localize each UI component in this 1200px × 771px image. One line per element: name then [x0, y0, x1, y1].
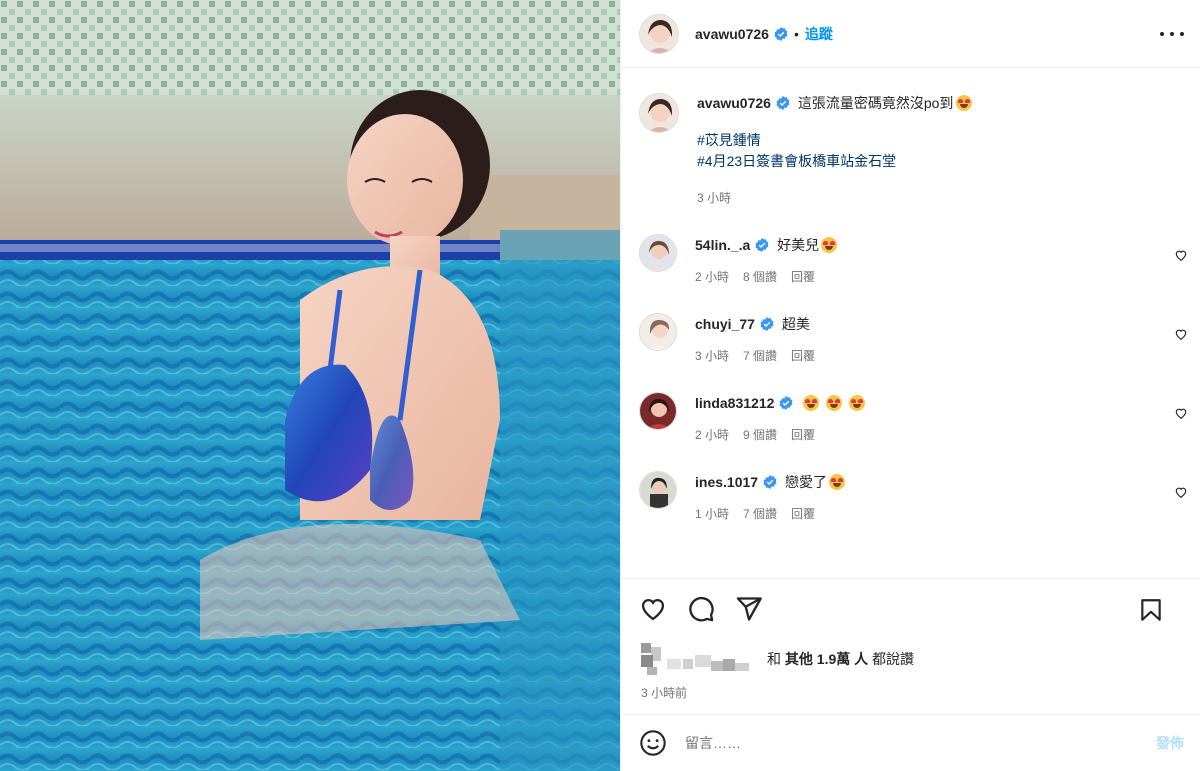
heart-eyes-emoji-icon [821, 237, 838, 253]
commenter-avatar[interactable] [639, 471, 677, 509]
reply-button[interactable]: 回覆 [791, 428, 815, 442]
comment-username[interactable]: chuyi_77 [695, 316, 755, 332]
comment-bubble-icon[interactable] [687, 595, 715, 623]
caption-hashtags: #苡見鍾情 #4月23日簽書會板橋車站金石堂 [697, 130, 975, 172]
comment-likes[interactable]: 7 個讚 [743, 349, 777, 363]
share-send-icon[interactable] [735, 595, 763, 623]
comment-item: 54lin._.a 好美兒 2 小時 8 個讚 回覆 [639, 234, 1200, 286]
comment-username[interactable]: ines.1017 [695, 474, 758, 490]
likes-others-link[interactable]: 其他 1.9萬 人 [785, 651, 868, 667]
post-modal: avawu0726 • 追蹤 avawu0726 這張流量密碼竟然沒po到 #苡… [0, 0, 1200, 771]
comment-likes[interactable]: 9 個讚 [743, 428, 777, 442]
comment-text: 戀愛了 [784, 474, 827, 490]
photo-illustration [0, 0, 620, 771]
follow-button[interactable]: 追蹤 [805, 24, 833, 44]
likes-suffix: 都說讚 [872, 651, 915, 667]
like-comment-heart-icon[interactable] [1174, 327, 1188, 341]
comment-time[interactable]: 3 小時 [695, 349, 729, 363]
verified-badge-icon [763, 475, 777, 489]
comment-username[interactable]: 54lin._.a [695, 237, 750, 253]
like-comment-heart-icon[interactable] [1174, 248, 1188, 262]
heart-eyes-emoji-icon [849, 395, 866, 411]
likes-summary: 和 其他 1.9萬 人 都說讚 [621, 639, 1200, 679]
comment-item: linda831212 2 小時 9 個讚 回覆 [639, 392, 1200, 444]
like-comment-heart-icon[interactable] [1174, 485, 1188, 499]
like-heart-icon[interactable] [639, 595, 667, 623]
post-side-panel: avawu0726 • 追蹤 avawu0726 這張流量密碼竟然沒po到 #苡… [620, 0, 1200, 771]
save-bookmark-icon[interactable] [1138, 597, 1164, 623]
comment-emojis [803, 395, 868, 411]
grin-emoji-icon [956, 95, 973, 111]
comment-time[interactable]: 2 小時 [695, 428, 729, 442]
comment-username[interactable]: linda831212 [695, 395, 774, 411]
comment-time[interactable]: 1 小時 [695, 507, 729, 521]
verified-badge-icon [776, 96, 790, 110]
comments-list[interactable]: avawu0726 這張流量密碼竟然沒po到 #苡見鍾情 #4月23日簽書會板橋… [621, 68, 1200, 579]
verified-badge-icon [774, 26, 788, 41]
comment-likes[interactable]: 7 個讚 [743, 507, 777, 521]
caption-text: 這張流量密碼竟然沒po到 [797, 95, 954, 111]
post-header: avawu0726 • 追蹤 [621, 0, 1200, 68]
verified-badge-icon [760, 317, 774, 331]
post-caption: avawu0726 這張流量密碼竟然沒po到 #苡見鍾情 #4月23日簽書會板橋… [639, 93, 1200, 209]
post-photo[interactable] [0, 0, 620, 771]
heart-eyes-emoji-icon [803, 395, 820, 411]
comment-item: ines.1017 戀愛了 1 小時 7 個讚 回覆 [639, 471, 1200, 523]
commenter-avatar[interactable] [639, 392, 677, 430]
separator-dot: • [793, 25, 799, 42]
more-options-icon[interactable] [1160, 24, 1184, 44]
caption-time[interactable]: 3 小時 [697, 191, 731, 205]
liker-avatars-blurred[interactable] [641, 641, 751, 677]
comment-composer: 留言…… 發佈 [621, 714, 1200, 771]
caption-username[interactable]: avawu0726 [697, 95, 771, 111]
verified-badge-icon [779, 396, 793, 410]
comment-input[interactable]: 留言…… [685, 733, 1156, 753]
likes-prefix: 和 [767, 651, 781, 667]
post-actions [621, 579, 1200, 639]
comment-text: 好美兒 [777, 237, 820, 253]
post-timestamp[interactable]: 3 小時前 [621, 684, 1200, 708]
heart-eyes-emoji-icon [828, 474, 845, 490]
reply-button[interactable]: 回覆 [791, 507, 815, 521]
reply-button[interactable]: 回覆 [791, 349, 815, 363]
caption-avatar[interactable] [639, 93, 679, 133]
author-username[interactable]: avawu0726 [695, 26, 769, 42]
emoji-picker-icon[interactable] [639, 729, 667, 757]
like-comment-heart-icon[interactable] [1174, 406, 1188, 420]
comment-item: chuyi_77 超美 3 小時 7 個讚 回覆 [639, 313, 1200, 365]
reply-button[interactable]: 回覆 [791, 270, 815, 284]
comment-time[interactable]: 2 小時 [695, 270, 729, 284]
commenter-avatar[interactable] [639, 234, 677, 272]
post-comment-button[interactable]: 發佈 [1156, 733, 1184, 753]
hashtag-link[interactable]: #4月23日簽書會板橋車站金石堂 [697, 151, 975, 172]
comment-text: 超美 [781, 316, 810, 332]
heart-eyes-emoji-icon [826, 395, 843, 411]
author-avatar[interactable] [639, 13, 679, 54]
commenter-avatar[interactable] [639, 313, 677, 351]
hashtag-link[interactable]: #苡見鍾情 [697, 130, 975, 151]
verified-badge-icon [755, 238, 769, 252]
comment-likes[interactable]: 8 個讚 [743, 270, 777, 284]
